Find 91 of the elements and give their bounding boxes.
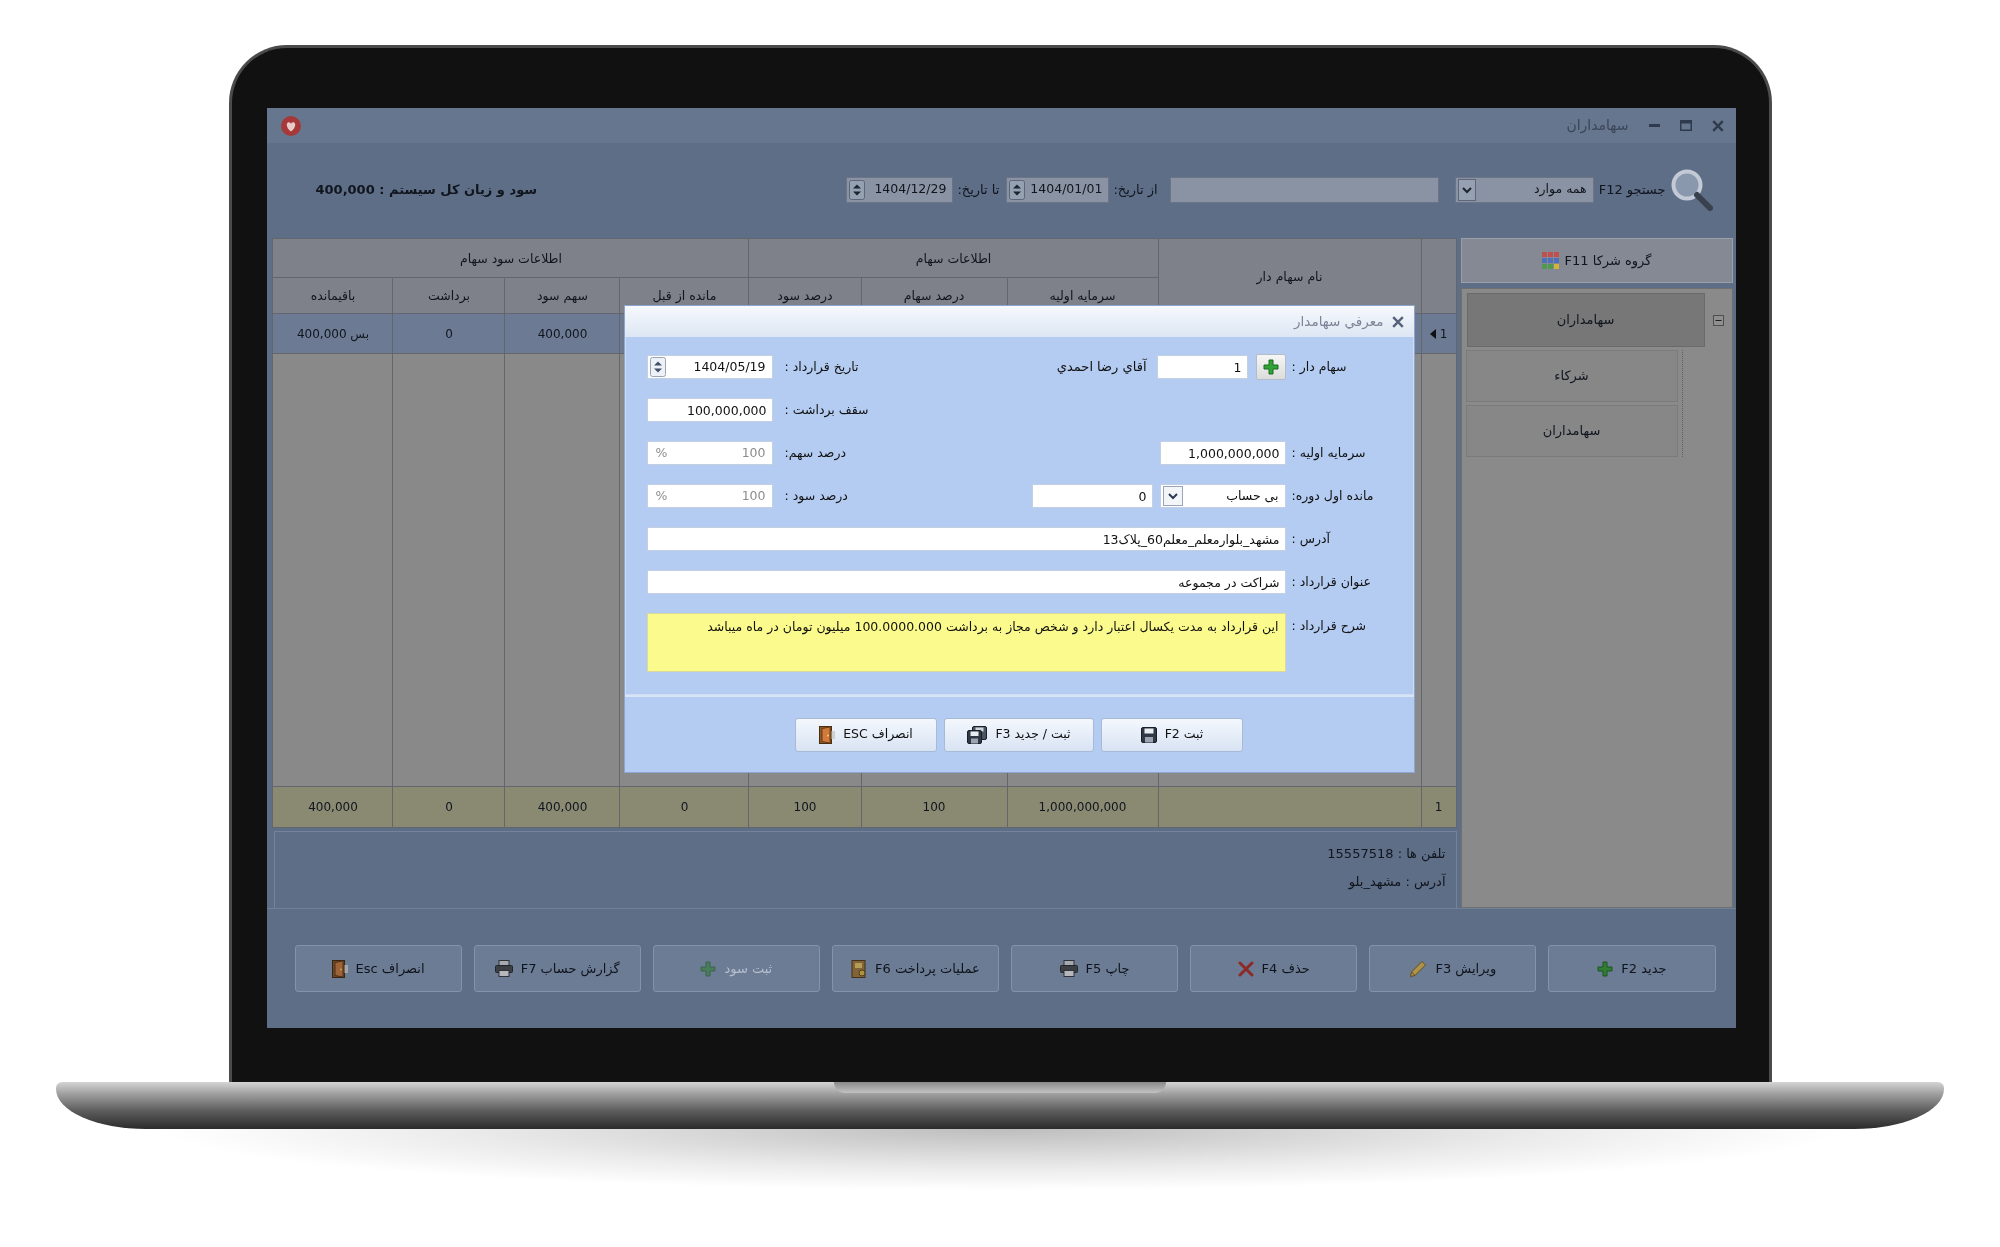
unit-label: % [654,443,668,462]
info-text: تلفن ها : 15557518 [1327,845,1446,864]
description-field[interactable]: این قرارداد به مدت یکسال اعتبار دارد و شخص مجاز به برداشت 100.0000.000 میلیون تومان در ماه میباشد [646,613,1286,672]
row-number: 1 [1439,325,1448,343]
field-label: آدرس : [1290,529,1332,549]
dialog-button[interactable]: ثبت F2 [1101,717,1243,752]
up-down-arrows-icon[interactable] [649,357,666,377]
printer-icon [494,960,513,977]
document-icon [851,959,868,978]
table-cell: 400,000 [505,313,620,354]
action-button[interactable]: گزارش حساب F7 [473,945,641,992]
action-button[interactable]: چاپ F5 [1011,945,1179,992]
dialog-button[interactable]: ثبت / جدید F3 [944,717,1094,752]
field-label: عنوان قرارداد : [1290,572,1372,592]
tree-item[interactable]: سهامداران [1465,405,1678,457]
column-header: باقیمانده [272,277,393,314]
action-button[interactable]: جدید F2 [1548,945,1716,992]
close-icon[interactable] [1711,119,1724,132]
total-text: سود و زیان کل سیستم : 400,000 [315,180,538,199]
field-label: درصد سهم: [783,443,848,463]
total-cell: 0 [620,786,749,828]
up-down-arrows-icon[interactable] [849,179,866,200]
color-grid-icon [1541,252,1559,269]
group-button[interactable]: گروه شرکا F11 [1460,238,1733,283]
column-header: سهم سود [505,277,620,314]
text-field[interactable]: مشهد_بلوارمعلم_معلم60_پلاک13 [646,527,1286,551]
row-number: 1 [1434,800,1443,814]
field-label: سقف برداشت : [783,400,870,420]
group-header: اطلاعات سهام [749,238,1158,278]
maximize-icon[interactable] [1679,120,1692,131]
total-cell: 400,000 [272,786,393,828]
dialog-button[interactable]: انصراف ESC [795,717,937,752]
tree-item[interactable]: شرکاء [1465,350,1678,402]
row-pointer-icon [1429,328,1436,339]
table-cell: 0 [393,313,505,354]
add-button[interactable] [1255,354,1286,380]
action-button[interactable]: ویرایش F3 [1369,945,1537,992]
table-cell: 400,000 بس [272,313,393,354]
text-field[interactable]: 100,000,000 [646,398,773,422]
total-cell: 1,000,000,000 [1007,786,1158,828]
tree-item[interactable]: سهامداران [1466,293,1705,347]
total-cell: 100 [749,786,861,828]
logo-icon [280,115,301,136]
field-label: سهام دار : [1290,357,1348,377]
unit-label: % [654,486,668,505]
door-icon [331,959,348,978]
minimize-icon[interactable] [1648,124,1660,127]
pencil-icon [1409,959,1428,978]
info-text: آدرس : مشهد_بلو [1348,872,1446,891]
minus-box-icon[interactable] [1712,314,1724,326]
total-cell: 100 [861,786,1007,828]
field-label: درصد سود : [783,486,849,506]
date-field[interactable]: 1404/01/01 [1006,176,1110,203]
action-button[interactable]: حذف F4 [1190,945,1358,992]
text-field[interactable]: 1,000,000,000 [1159,441,1286,465]
dropdown-field[interactable]: بی حساب [1159,484,1286,508]
field-label: شرح قرارداد : [1290,617,1368,636]
total-cell: 400,000 [505,786,620,828]
column-header: برداشت [393,277,505,314]
action-button[interactable]: عملیات پرداخت F6 [831,945,999,992]
floppy-disks-icon [967,725,988,744]
up-down-arrows-icon[interactable] [1009,179,1026,200]
date-field[interactable]: 1404/05/19 [646,355,773,379]
printer-icon [1059,960,1078,977]
cross-icon [1237,960,1254,977]
door-icon [819,725,836,744]
total-cell: 0 [393,786,505,828]
date-field[interactable]: 1404/12/29 [846,176,954,203]
from-date-label: از تاریخ: [1113,180,1158,200]
chevron-down-icon[interactable] [1162,486,1183,506]
close-icon[interactable] [1391,315,1404,328]
field-label: سرمایه اولیه : [1290,443,1367,463]
plus-icon [700,960,717,977]
shareholder-name: آقاي رضا احمدي [1056,357,1147,377]
action-button[interactable]: انصراف Esc [294,945,462,992]
code-field[interactable]: 1 [1156,355,1248,379]
to-date-label: تا تاریخ: [957,180,1000,200]
search-field[interactable] [1169,176,1439,203]
plus-icon [1597,960,1614,977]
search-icon[interactable] [1670,168,1713,211]
window-title: سهامداران [1566,116,1629,136]
field-label: تاریخ قرارداد : [783,357,860,377]
text-field[interactable]: شراکت در مجموعه [646,570,1286,594]
dropdown-field[interactable]: همه موارد [1454,176,1594,203]
search-label: جستجو F12 [1598,180,1666,200]
dialog-title: معرفي سهامدار [1294,312,1384,332]
text-field[interactable]: 0 [1031,484,1153,508]
group-header: اطلاعات سود سهام [272,238,749,278]
plus-icon [1262,359,1279,375]
field-label: مانده اول دوره: [1290,486,1375,506]
chevron-down-icon[interactable] [1457,178,1476,201]
